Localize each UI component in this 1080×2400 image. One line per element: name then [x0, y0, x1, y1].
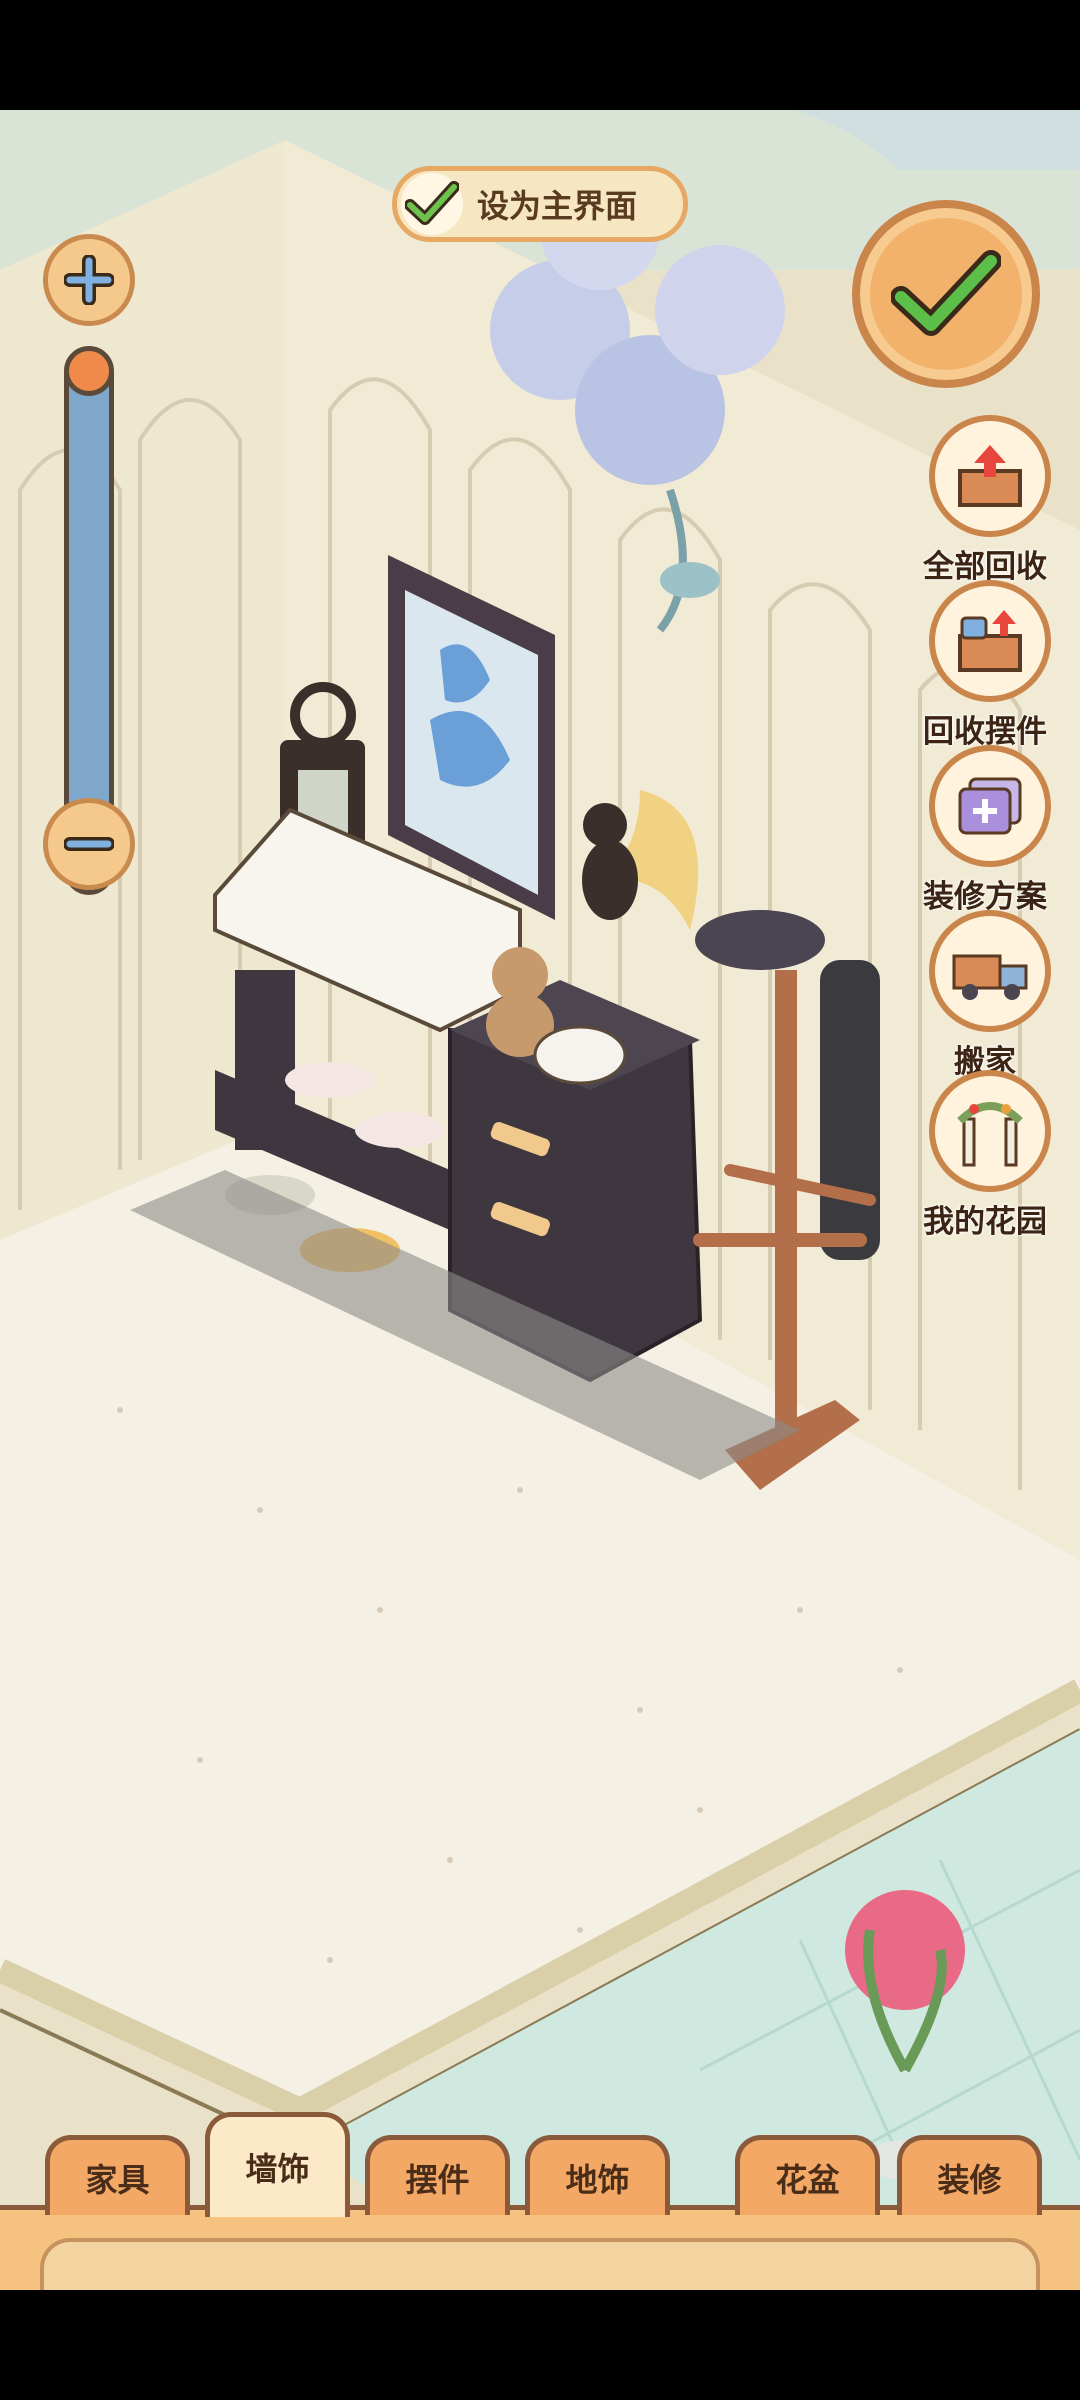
tab-flower-pots[interactable]: 花盆 — [735, 2135, 880, 2215]
tab-furniture[interactable]: 家具 — [45, 2135, 190, 2215]
side-item-recycle-all[interactable]: 全部回收 — [905, 415, 1075, 586]
minus-icon — [64, 837, 114, 851]
zoom-out-button[interactable] — [43, 798, 135, 890]
recycle-ornament-icon — [929, 580, 1051, 702]
moving-truck-icon — [929, 910, 1051, 1032]
navigation-bar-black — [0, 2290, 1080, 2400]
confirm-button[interactable] — [852, 200, 1040, 388]
recycle-all-icon — [929, 415, 1051, 537]
set-main-screen-label: 设为主界面 — [477, 187, 638, 225]
tab-ornaments[interactable]: 摆件 — [365, 2135, 510, 2215]
set-main-screen-toggle[interactable]: 设为主界面 — [392, 166, 688, 242]
zoom-in-button[interactable] — [43, 234, 135, 326]
decor-plan-icon — [929, 745, 1051, 867]
status-bar-black — [0, 0, 1080, 110]
garden-arch-icon — [929, 1070, 1051, 1192]
tab-wall-decor[interactable]: 墙饰 — [205, 2112, 350, 2217]
side-item-decor-plan[interactable]: 装修方案 — [905, 745, 1075, 916]
side-item-recycle-ornament[interactable]: 回收摆件 — [905, 580, 1075, 751]
checkmark-icon — [891, 250, 1001, 336]
checkmark-icon — [401, 173, 463, 235]
tab-renovation[interactable]: 装修 — [897, 2135, 1042, 2215]
room-scene[interactable]: 设为主界面 全部回收 回收摆件 装修方案 搬家 我的花园 — [0, 110, 1080, 2290]
side-item-my-garden[interactable]: 我的花园 — [905, 1070, 1075, 1241]
tab-floor-decor[interactable]: 地饰 — [525, 2135, 670, 2215]
plus-icon — [64, 255, 114, 305]
side-item-moving[interactable]: 搬家 — [905, 910, 1075, 1081]
zoom-slider-handle[interactable] — [64, 346, 114, 396]
